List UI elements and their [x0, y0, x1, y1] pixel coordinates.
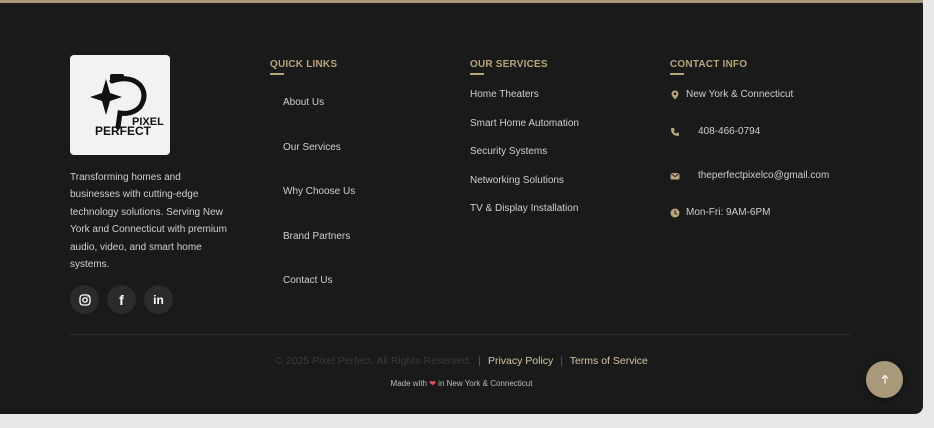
quick-links-heading: QUICK LINKS	[270, 59, 338, 75]
made-with-prefix: Made with	[390, 379, 427, 388]
linkedin-icon: in	[153, 292, 164, 307]
legal-separator: |	[478, 355, 482, 367]
quick-link-why-choose[interactable]: Why Choose Us	[283, 186, 355, 197]
service-home-theaters[interactable]: Home Theaters	[470, 89, 539, 100]
copyright-text: © 2025 Pixel Perfect. All Rights Reserve…	[275, 355, 472, 367]
quick-link-services[interactable]: Our Services	[283, 142, 341, 153]
contact-phone-text: 408-466-0794	[698, 126, 761, 137]
contact-heading: CONTACT INFO	[670, 59, 748, 75]
instagram-link[interactable]	[70, 285, 99, 314]
contact-email[interactable]: theperfectpixelco@gmail.com	[670, 170, 829, 181]
contact-email-text: theperfectpixelco@gmail.com	[698, 170, 830, 181]
map-pin-icon	[671, 90, 679, 99]
site-footer: PIXEL PERFECT Transforming homes and bus…	[0, 0, 923, 414]
envelope-icon	[670, 172, 680, 179]
quick-link-contact[interactable]: Contact Us	[283, 275, 332, 286]
facebook-icon: f	[119, 291, 124, 308]
service-smart-home[interactable]: Smart Home Automation	[470, 118, 579, 129]
service-networking[interactable]: Networking Solutions	[470, 175, 564, 186]
contact-location-text: New York & Connecticut	[686, 89, 794, 100]
logo-word-perfect: PERFECT	[95, 124, 152, 138]
privacy-policy-link[interactable]: Privacy Policy	[488, 355, 553, 367]
pixel-perfect-logo-icon: PIXEL PERFECT	[90, 74, 164, 138]
quick-link-about[interactable]: About Us	[283, 97, 324, 108]
contact-phone[interactable]: 408-466-0794	[670, 126, 760, 137]
brand-logo[interactable]: PIXEL PERFECT	[70, 55, 170, 155]
legal-separator: |	[560, 355, 563, 367]
contact-location: New York & Connecticut	[670, 89, 793, 100]
instagram-icon	[78, 293, 91, 306]
terms-of-service-link[interactable]: Terms of Service	[570, 355, 648, 367]
services-heading: OUR SERVICES	[470, 59, 548, 75]
back-to-top-button[interactable]	[866, 361, 903, 398]
contact-hours: Mon-Fri: 9AM-6PM	[670, 207, 770, 218]
service-tv-display[interactable]: TV & Display Installation	[470, 203, 578, 214]
arrow-up-icon	[881, 375, 888, 384]
service-security[interactable]: Security Systems	[470, 146, 547, 157]
footer-divider	[70, 334, 850, 335]
footer-legal-row: © 2025 Pixel Perfect. All Rights Reserve…	[0, 355, 923, 367]
linkedin-link[interactable]: in	[144, 285, 173, 314]
made-with-line: Made with ❤ in New York & Connecticut	[0, 379, 923, 388]
heart-icon: ❤	[429, 379, 436, 388]
phone-icon	[671, 127, 679, 136]
clock-icon	[670, 208, 680, 217]
made-with-suffix: in New York & Connecticut	[438, 379, 533, 388]
quick-link-brand-partners[interactable]: Brand Partners	[283, 231, 350, 242]
facebook-link[interactable]: f	[107, 285, 136, 314]
brand-description: Transforming homes and businesses with c…	[70, 172, 227, 271]
contact-hours-text: Mon-Fri: 9AM-6PM	[686, 207, 771, 218]
